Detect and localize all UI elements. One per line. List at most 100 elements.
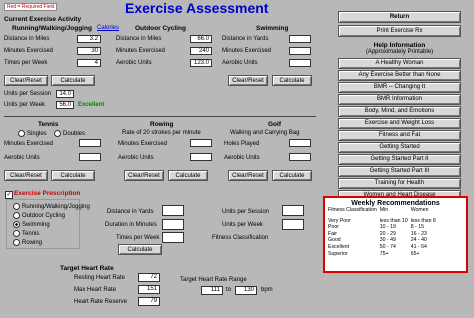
hr-reserve-output: 79 [138, 297, 160, 306]
rowing-minutes-input[interactable] [190, 139, 212, 147]
help-item-training-health[interactable]: Training for Health [338, 178, 461, 189]
rowing-calculate-button[interactable]: Calculate [168, 170, 208, 181]
golf-heading: Golf [268, 121, 281, 128]
rowing-rate-note: Rate of 20 strokes per minute [122, 130, 201, 136]
cycling-minutes-input[interactable]: 240 [190, 47, 212, 55]
target-range-label: Target Heart Rate Range [180, 277, 247, 283]
prescription-option-swimming[interactable]: Swimming [13, 221, 50, 228]
weekly-title: Weekly Recommendations [351, 200, 440, 207]
running-units-session-output: 14.0 [56, 90, 74, 98]
prescription-option-running[interactable]: Running/Walking/Jogging [13, 203, 90, 210]
swimming-heading: Swimming [256, 25, 289, 32]
swimming-minutes-input[interactable] [289, 47, 311, 55]
swimming-calculate-button[interactable]: Calculate [272, 75, 312, 86]
divider [4, 116, 316, 117]
running-distance-input[interactable]: 3.2 [77, 35, 101, 43]
help-item-bmr-changing[interactable]: BMR -- Changing It [338, 82, 461, 93]
header-cell: Min [379, 207, 389, 213]
prescription-units-session-label: Units per Session [222, 209, 270, 215]
swimming-distance-input[interactable] [289, 35, 311, 43]
running-units-session-label: Units per Session [4, 91, 52, 97]
running-distance-label: Distance in Miles [4, 36, 50, 42]
tennis-singles-radio[interactable]: Singles [18, 130, 47, 137]
cycling-aerobic-label: Aerobic Units [116, 60, 152, 66]
tennis-minutes-input[interactable] [79, 139, 101, 147]
cycling-distance-input[interactable]: 66.0 [190, 35, 212, 43]
prescription-units-session-output [282, 205, 304, 216]
heart-rate-heading: Target Heart Rate [60, 265, 114, 272]
prescription-times-input[interactable] [162, 232, 184, 243]
help-item-body-mind[interactable]: Body, Mind, and Emotions [338, 106, 461, 117]
golf-aerobic-output [289, 153, 311, 161]
running-heading: Running/Walking/Jogging [12, 25, 92, 32]
help-item-any-exercise[interactable]: Any Exercise Better than None [338, 70, 461, 81]
radio-icon [54, 130, 61, 137]
header-cell: Women [410, 207, 429, 213]
tennis-clear-reset-button[interactable]: Clear/Reset [4, 170, 48, 181]
prescription-option-rowing[interactable]: Rowing [13, 239, 42, 246]
rowing-clear-reset-button[interactable]: Clear/Reset [124, 170, 164, 181]
running-rating: Excellent [78, 102, 105, 108]
calories-link[interactable]: Calories [97, 25, 119, 31]
cycling-minutes-label: Minutes Exercised [116, 48, 166, 54]
radio-selected-icon [13, 221, 20, 228]
help-item-healthy-woman[interactable]: A Healthy Woman [338, 58, 461, 69]
tennis-heading: Tennis [38, 121, 59, 128]
help-item-weight-loss[interactable]: Exercise and Weight Loss [338, 118, 461, 129]
hr-reserve-label: Heart Rate Reserve [74, 299, 128, 305]
print-button[interactable]: Print Exercise Rx [338, 25, 461, 37]
golf-holes-input[interactable] [289, 139, 311, 147]
running-times-input[interactable]: 4 [77, 59, 101, 67]
swimming-minutes-label: Minutes Exercised [222, 48, 272, 54]
prescription-calculate-button[interactable]: Calculate [118, 244, 162, 255]
running-minutes-input[interactable]: 30 [77, 47, 101, 55]
help-item-getting-started-3[interactable]: Getting Started Part III [338, 166, 461, 177]
radio-icon [18, 130, 25, 137]
prescription-checkbox[interactable]: ✓ [5, 191, 13, 199]
golf-note: Walking and Carrying Bag [230, 130, 300, 136]
prescription-duration-input[interactable] [162, 219, 184, 230]
swimming-aerobic-label: Aerobic Units [222, 60, 258, 66]
prescription-units-week-label: Units per Week [222, 222, 263, 228]
return-button[interactable]: Return [338, 11, 461, 23]
golf-clear-reset-button[interactable]: Clear/Reset [228, 170, 268, 181]
prescription-option-cycling[interactable]: Outdoor Cycling [13, 212, 65, 219]
running-calculate-button[interactable]: Calculate [51, 75, 95, 86]
table-row: Superior 75+ 65+ [328, 250, 420, 257]
tennis-doubles-radio[interactable]: Doubles [54, 130, 85, 137]
running-minutes-label: Minutes Exercised [4, 48, 54, 54]
prescription-heading: Exercise Prescription [14, 190, 81, 197]
rowing-minutes-label: Minutes Exercised [118, 141, 168, 147]
max-hr-label: Max Heart Rate [74, 287, 117, 293]
running-times-label: Times per Week [4, 60, 48, 66]
table-header-row: Fitness Classification Min Women [328, 207, 439, 214]
table-row: Excellent 50 - 74 41 - 64 [328, 243, 427, 250]
required-field-note: Red = Required Field [4, 3, 58, 11]
help-item-getting-started-2[interactable]: Getting Started Part II [338, 154, 461, 165]
cycling-aerobic-output: 123.0 [190, 59, 212, 67]
help-item-fitness-fat[interactable]: Fitness and Fat [338, 130, 461, 141]
cycling-heading: Outdoor Cycling [135, 25, 186, 32]
table-row: Poor 10 - 19 8 - 15 [328, 224, 424, 231]
prescription-duration-label: Duration in Minutes [105, 222, 157, 228]
prescription-units-week-output [282, 219, 304, 230]
tennis-minutes-label: Minutes Exercised [4, 141, 54, 147]
help-item-getting-started[interactable]: Getting Started [338, 142, 461, 153]
swimming-clear-reset-button[interactable]: Clear/Reset [228, 75, 268, 86]
running-clear-reset-button[interactable]: Clear/Reset [4, 75, 48, 86]
table-row: Very Poor less than 10 less than 8 [328, 217, 436, 224]
prescription-option-tennis[interactable]: Tennis [13, 230, 39, 237]
resting-hr-input[interactable]: 72 [138, 273, 160, 282]
tennis-aerobic-output [79, 153, 101, 161]
page-title: Exercise Assessment [125, 0, 269, 16]
golf-aerobic-label: Aerobic Units [224, 155, 260, 161]
radio-icon [13, 239, 20, 246]
current-activity-heading: Current Exercise Activity [4, 16, 82, 23]
golf-calculate-button[interactable]: Calculate [272, 170, 312, 181]
help-subheading: (Approximately Printable) [365, 49, 434, 55]
target-range-high: 130 [235, 286, 257, 295]
tennis-calculate-button[interactable]: Calculate [51, 170, 95, 181]
prescription-distance-input[interactable] [162, 205, 184, 216]
prescription-fitness-label: Fitness Classification [212, 235, 269, 241]
help-item-bmr-info[interactable]: BMR Information [338, 94, 461, 105]
